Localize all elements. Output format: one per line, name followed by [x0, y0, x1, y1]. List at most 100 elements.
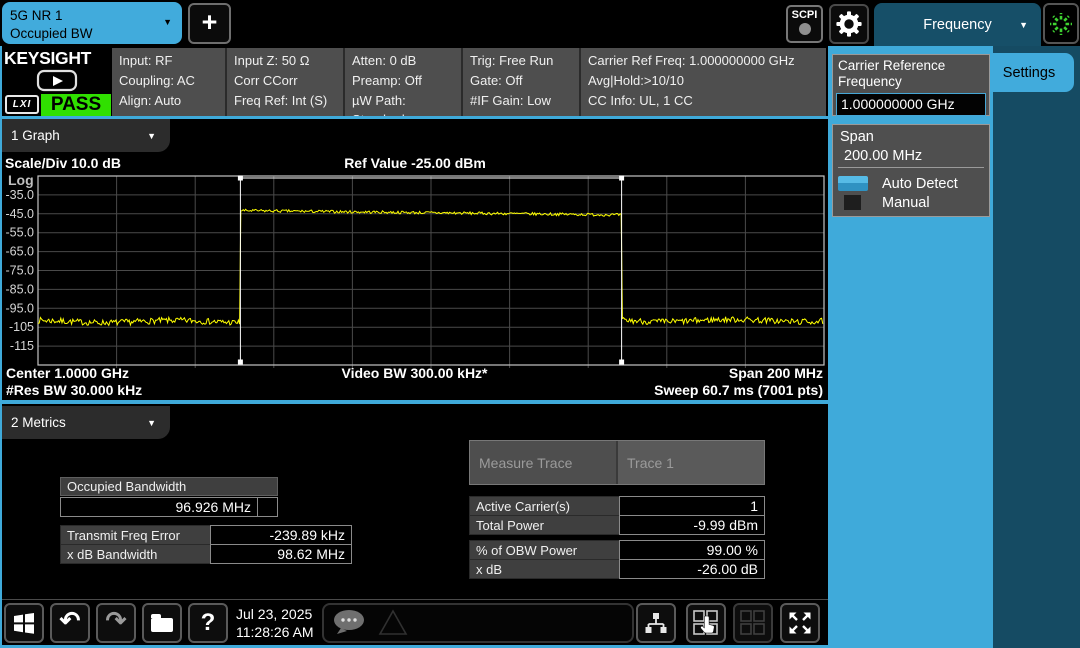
status-header-row: KEYSIGHT LXI PASS Input: RF Coupling: AC…: [2, 48, 826, 116]
fullscreen-button[interactable]: [780, 603, 820, 643]
res-bw-readout[interactable]: #Res BW 30.000 kHz: [6, 382, 142, 398]
redo-button[interactable]: ↷: [96, 603, 136, 643]
status-col-atten: Atten: 0 dB Preamp: Off µW Path: Standar…: [345, 48, 463, 116]
main-area: KEYSIGHT LXI PASS Input: RF Coupling: AC…: [0, 46, 828, 648]
frequency-menu-label: Frequency: [923, 17, 992, 33]
question-mark-icon: ?: [201, 609, 216, 637]
status-line: Input: RF: [119, 51, 218, 71]
annotation-bar[interactable]: [322, 603, 634, 643]
starburst-icon: [1047, 10, 1075, 38]
measure-trace-value: Trace 1: [616, 441, 764, 484]
metric-value: 98.62 MHz: [210, 544, 352, 564]
add-measurement-button[interactable]: +: [188, 3, 231, 44]
expand-arrows-icon: [786, 609, 814, 637]
metric-value: 99.00 %: [619, 540, 765, 560]
graph-view-selector[interactable]: 1 Graph ▼: [2, 119, 170, 152]
metric-label: Total Power: [469, 515, 619, 535]
frequency-menu-tab[interactable]: Frequency ▼: [874, 3, 1041, 46]
carrier-ref-freq-control: Carrier Reference Frequency 1.000000000 …: [832, 54, 990, 116]
metric-value: 1: [619, 496, 765, 516]
speech-bubble-icon: [330, 607, 374, 639]
frequency-sidebar: Settings Carrier Reference Frequency 1.0…: [828, 46, 1080, 648]
window-layout-tree-button[interactable]: [636, 603, 676, 643]
span-mode-manual[interactable]: Manual: [838, 193, 989, 212]
status-columns: Input: RF Coupling: AC Align: Auto Input…: [112, 48, 826, 116]
datetime-display[interactable]: Jul 23, 2025 11:28:26 AM: [236, 605, 314, 641]
time-text: 11:28:26 AM: [236, 623, 314, 641]
settings-tab-label: Settings: [1003, 65, 1055, 81]
redo-icon: ↷: [106, 609, 127, 634]
carrier-ref-freq-input[interactable]: 1.000000000 GHz: [836, 93, 986, 116]
tab-settings[interactable]: Settings: [984, 53, 1074, 92]
video-bw-readout[interactable]: Video BW 300.00 kHz*: [341, 365, 487, 381]
status-line: Corr CCorr: [234, 71, 336, 91]
metrics-view-selector[interactable]: 2 Metrics ▼: [2, 406, 170, 439]
status-col-impedance: Input Z: 50 Ω Corr CCorr Freq Ref: Int (…: [227, 48, 345, 116]
file-explorer-button[interactable]: [142, 603, 182, 643]
scpi-button[interactable]: SCPI: [786, 5, 823, 43]
svg-text:-105: -105: [9, 320, 34, 334]
occupied-bandwidth-row: 96.926 MHz: [60, 497, 278, 517]
svg-text:Log: Log: [8, 172, 34, 188]
system-settings-button[interactable]: [829, 4, 869, 44]
metrics-view-selector-label: 2 Metrics: [11, 415, 66, 430]
table-row: Total Power -9.99 dBm: [469, 515, 765, 535]
help-button[interactable]: ?: [188, 603, 228, 643]
metric-label: % of OBW Power: [469, 540, 619, 560]
triangle-outline-icon: [378, 608, 410, 638]
span-mode-toggle: Auto Detect Manual: [833, 168, 989, 212]
status-line: Avg|Hold:>10/10: [588, 71, 819, 91]
toggle-on-indicator-icon: [838, 176, 868, 191]
status-line: #IF Gain: Low: [470, 91, 572, 111]
auto-detect-label: Auto Detect: [882, 176, 958, 192]
table-row: x dB Bandwidth 98.62 MHz: [60, 544, 352, 564]
measure-tab-5gnr-occupied-bw[interactable]: 5G NR 1 Occupied BW ▼: [2, 2, 182, 44]
sidebar-menu-column: [993, 46, 1080, 648]
table-row: % of OBW Power 99.00 %: [469, 540, 765, 560]
chevron-down-icon: ▼: [1019, 20, 1028, 30]
keysight-logo: KEYSIGHT: [4, 48, 91, 69]
metrics-window[interactable]: 2 Metrics ▼ Occupied Bandwidth 96.926 MH…: [2, 404, 828, 598]
toggle-off-indicator-icon: [844, 195, 861, 210]
grid-dim-icon: [739, 609, 767, 637]
measure-trace-selector[interactable]: Measure Trace Trace 1: [469, 440, 765, 485]
svg-text:-95.0: -95.0: [6, 301, 35, 315]
plus-icon: +: [202, 7, 218, 38]
measure-tab-line2: Occupied BW: [10, 25, 174, 43]
scpi-status-led: [799, 23, 811, 35]
table-row: x dB -26.00 dB: [469, 559, 765, 579]
status-line: Align: Auto: [119, 91, 218, 111]
occupied-bandwidth-table: Occupied Bandwidth 96.926 MHz: [60, 477, 278, 517]
chevron-down-icon: ▼: [147, 131, 156, 141]
span-input[interactable]: 200.00 MHz: [838, 146, 984, 168]
windows-start-button[interactable]: [4, 603, 44, 643]
undo-button[interactable]: ↶: [50, 603, 90, 643]
analyzer-app: 5G NR 1 Occupied BW ▼ + SCPI: [0, 0, 1080, 648]
keysight-block: KEYSIGHT LXI PASS: [2, 48, 112, 116]
svg-text:-55.0: -55.0: [6, 226, 35, 240]
ref-value-readout[interactable]: Ref Value -25.00 dBm: [2, 155, 828, 171]
span-readout[interactable]: Span 200 MHz: [729, 365, 823, 381]
graph-view-selector-label: 1 Graph: [11, 128, 60, 143]
chevron-down-icon: ▼: [163, 17, 172, 29]
lxi-logo: LXI: [5, 95, 39, 114]
graph-window[interactable]: Log-35.0-45.0-55.0-65.0-75.0-85.0-95.0-1…: [2, 119, 828, 400]
table-row: Transmit Freq Error -239.89 kHz: [60, 525, 352, 545]
window-grid-button-disabled[interactable]: [733, 603, 773, 643]
metric-value: -26.00 dB: [619, 559, 765, 579]
undo-icon: ↶: [60, 609, 81, 634]
span-mode-auto-detect[interactable]: Auto Detect: [838, 174, 989, 193]
status-col-carrier: Carrier Ref Freq: 1.000000000 GHz Avg|Ho…: [581, 48, 826, 116]
metric-label: Active Carrier(s): [469, 496, 619, 516]
windows-logo-icon: [12, 611, 36, 635]
metric-label: x dB Bandwidth: [60, 544, 210, 564]
sweep-readout[interactable]: Sweep 60.7 ms (7001 pts): [654, 382, 823, 398]
status-line: Input Z: 50 Ω: [234, 51, 336, 71]
top-bar: 5G NR 1 Occupied BW ▼ + SCPI: [0, 0, 1080, 46]
svg-text:-75.0: -75.0: [6, 264, 35, 278]
svg-text:-115: -115: [10, 339, 34, 353]
measurement-running-button[interactable]: [1043, 3, 1079, 44]
center-freq-readout[interactable]: Center 1.0000 GHz: [6, 365, 129, 381]
select-window-layout-button[interactable]: [686, 603, 726, 643]
layout-tree-icon: [643, 610, 669, 636]
